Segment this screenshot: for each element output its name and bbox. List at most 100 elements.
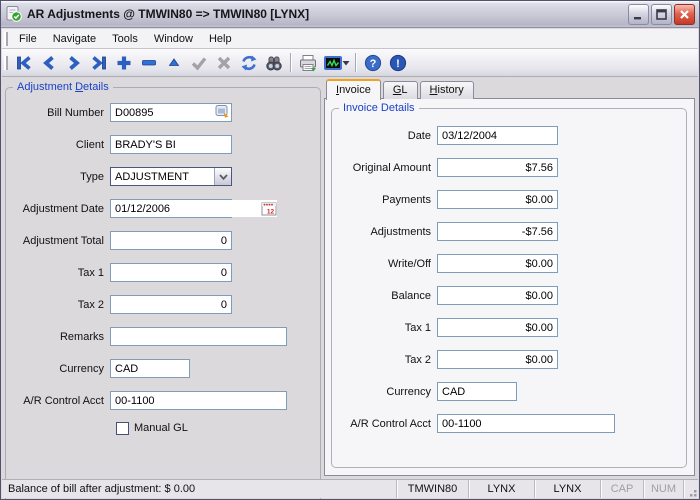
balance-row: Balance [325,286,558,305]
invoice-date-input[interactable] [437,126,558,145]
tax1-label: Tax 1 [2,267,110,279]
write-off-input[interactable] [437,254,558,273]
invoice-tax2-row: Tax 2 [325,350,558,369]
client-input[interactable] [110,135,232,154]
tab-strip: Invoice GL History [326,79,476,99]
edit-record-icon [164,53,184,73]
post-edit-icon [189,53,209,73]
invoice-tax1-input[interactable] [437,318,558,337]
next-record-icon [64,53,84,73]
post-edit-button[interactable] [186,51,211,74]
next-record-button[interactable] [61,51,86,74]
chevron-down-icon [219,174,228,180]
title-bar[interactable]: AR Adjustments @ TMWIN80 => TMWIN80 [LYN… [1,1,699,28]
invoice-tax1-label: Tax 1 [325,322,437,334]
menu-help[interactable]: Help [201,31,240,47]
status-panel-user: LYNX [534,480,600,498]
lookup-icon [215,104,230,119]
invoice-tax1-row: Tax 1 [325,318,558,337]
bill-number-label: Bill Number [2,107,110,119]
adjustment-date-input[interactable] [111,200,261,217]
payments-input[interactable] [437,190,558,209]
type-dropdown-button[interactable] [214,168,231,185]
original-amount-row: Original Amount [325,158,558,177]
insert-record-icon [114,53,134,73]
toolbar-gripper[interactable] [4,56,8,70]
adjustment-details-panel: Adjustment Details Bill Number C [2,77,324,478]
tab-gl[interactable]: GL [383,81,418,99]
adjustment-date-row: Adjustment Date 12 [2,199,232,218]
cancel-edit-button[interactable] [211,51,236,74]
first-record-button[interactable] [11,51,36,74]
adjustment-total-row: Adjustment Total [2,231,232,250]
tax1-input[interactable] [110,263,232,282]
ar-control-acct-label: A/R Control Acct [2,395,110,407]
currency-label: Currency [2,363,110,375]
menu-tools[interactable]: Tools [104,31,146,47]
invoice-date-row: Date [325,126,558,145]
bill-number-row: Bill Number [2,103,232,122]
invoice-ar-control-acct-input[interactable] [437,414,615,433]
manual-gl-label[interactable]: Manual GL [134,422,188,434]
bill-lookup-button[interactable] [213,104,231,119]
manual-gl-checkbox[interactable] [116,422,129,435]
resize-grip-icon [686,486,698,498]
print-button[interactable] [295,51,320,74]
status-panel-company: LYNX [468,480,534,498]
tab-history[interactable]: History [420,81,474,99]
app-window: AR Adjustments @ TMWIN80 => TMWIN80 [LYN… [0,0,700,500]
invoice-ar-control-acct-row: A/R Control Acct [325,414,615,433]
remarks-input[interactable] [110,327,287,346]
tab-invoice-label: Invoice [336,84,371,96]
tax2-input[interactable] [110,295,232,314]
menu-navigate[interactable]: Navigate [45,31,104,47]
about-icon: ! [388,53,408,73]
type-label: Type [2,171,110,183]
app-icon[interactable] [5,5,23,23]
calendar-button[interactable]: 12 [261,200,277,217]
menubar-gripper[interactable] [4,32,8,46]
terminal-dropdown-button[interactable] [341,51,351,74]
prior-record-button[interactable] [36,51,61,74]
help-icon: ? [363,53,383,73]
help-button[interactable]: ? [360,51,385,74]
minimize-button[interactable] [628,4,649,25]
currency-input[interactable] [110,359,190,378]
menu-bar: File Navigate Tools Window Help [2,29,698,49]
balance-label: Balance [325,290,437,302]
maximize-button[interactable] [651,4,672,25]
last-record-button[interactable] [86,51,111,74]
invoice-currency-row: Currency [325,382,517,401]
invoice-tax2-input[interactable] [437,350,558,369]
ar-control-acct-input[interactable] [110,391,287,410]
maximize-icon [656,9,667,20]
invoice-currency-input[interactable] [437,382,517,401]
insert-record-button[interactable] [111,51,136,74]
ar-control-acct-row: A/R Control Acct [2,391,287,410]
prior-record-icon [39,53,59,73]
edit-record-button[interactable] [161,51,186,74]
refresh-button[interactable] [236,51,261,74]
about-button[interactable]: ! [385,51,410,74]
terminal-icon [323,53,343,73]
menu-window[interactable]: Window [146,31,201,47]
type-select[interactable] [110,167,232,186]
toolbar: ? ! [2,49,698,77]
menu-file[interactable]: File [11,31,45,47]
original-amount-input[interactable] [437,158,558,177]
balance-input[interactable] [437,286,558,305]
adjustments-input[interactable] [437,222,558,241]
toolbar-separator [290,53,291,72]
write-off-row: Write/Off [325,254,558,273]
original-amount-label: Original Amount [325,162,437,174]
type-row: Type [2,167,232,186]
close-button[interactable] [674,4,695,25]
adjustment-total-input[interactable] [110,231,232,250]
status-panel-caps-lock: CAP [600,480,643,498]
delete-record-button[interactable] [136,51,161,74]
resize-grip[interactable] [683,480,698,498]
type-select-value[interactable] [111,168,214,185]
first-record-icon [14,53,34,73]
find-button[interactable] [261,51,286,74]
tab-invoice[interactable]: Invoice [326,79,381,100]
